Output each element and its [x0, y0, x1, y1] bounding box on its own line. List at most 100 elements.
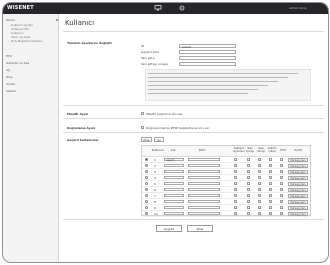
delete-user-button[interactable]: Sil: [154, 137, 164, 142]
row-select-radio[interactable]: [145, 158, 148, 161]
permission-checkbox[interactable]: [269, 176, 272, 179]
permission-checkbox[interactable]: [234, 176, 237, 179]
user-password-field[interactable]: [188, 206, 220, 209]
permission-checkbox[interactable]: [269, 194, 272, 197]
row-select-radio[interactable]: [145, 212, 148, 215]
permission-checkbox[interactable]: [258, 170, 261, 173]
sidebar-group-olay[interactable]: Olay: [6, 76, 13, 79]
permission-checkbox[interactable]: [280, 206, 283, 209]
permission-checkbox[interactable]: [247, 194, 250, 197]
user-password-field[interactable]: [188, 194, 220, 197]
user-password-field[interactable]: [188, 170, 220, 173]
profile-select[interactable]: Varsayılan: [288, 200, 308, 204]
permission-checkbox[interactable]: [234, 206, 237, 209]
permission-checkbox[interactable]: [247, 200, 250, 203]
permission-checkbox[interactable]: [269, 200, 272, 203]
permission-checkbox[interactable]: [280, 170, 283, 173]
guest-access-checkbox[interactable]: [141, 112, 144, 115]
permission-checkbox[interactable]: [247, 212, 250, 215]
permission-checkbox[interactable]: [269, 182, 272, 185]
permission-checkbox[interactable]: [258, 212, 261, 215]
user-name-field[interactable]: [164, 164, 184, 167]
user-password-field[interactable]: [188, 212, 220, 215]
sidebar-group-ag[interactable]: Ağ: [6, 69, 10, 72]
permission-checkbox[interactable]: [280, 188, 283, 191]
permission-checkbox[interactable]: [258, 158, 261, 161]
permission-checkbox[interactable]: [234, 170, 237, 173]
user-password-field[interactable]: [188, 182, 220, 185]
permission-checkbox[interactable]: [258, 194, 261, 197]
permission-checkbox[interactable]: [280, 182, 283, 185]
profile-select[interactable]: Varsayılan: [288, 164, 308, 168]
user-name-field[interactable]: user1: [164, 158, 184, 162]
rtsp-auth-checkbox[interactable]: [141, 126, 144, 129]
permission-checkbox[interactable]: [234, 194, 237, 197]
row-select-radio[interactable]: [145, 200, 148, 203]
user-name-field[interactable]: [164, 182, 184, 185]
row-select-radio[interactable]: [145, 206, 148, 209]
user-password-field[interactable]: [188, 200, 220, 203]
permission-checkbox[interactable]: [258, 200, 261, 203]
profile-select[interactable]: Varsayılan: [288, 176, 308, 180]
confirm-password-field[interactable]: [179, 62, 236, 66]
user-name-field[interactable]: [164, 194, 184, 197]
permission-checkbox[interactable]: [269, 164, 272, 167]
profile-select[interactable]: Varsayılan: [288, 206, 308, 210]
permission-checkbox[interactable]: [280, 158, 283, 161]
permission-checkbox[interactable]: [247, 158, 250, 161]
permission-checkbox[interactable]: [280, 212, 283, 215]
monitor-icon[interactable]: [154, 5, 162, 11]
permission-checkbox[interactable]: [280, 200, 283, 203]
profile-select[interactable]: Varsayılan: [288, 182, 308, 186]
permission-checkbox[interactable]: [258, 176, 261, 179]
sidebar-group-temel[interactable]: Temel: [6, 19, 15, 22]
user-password-field[interactable]: [188, 158, 220, 161]
row-select-radio[interactable]: [145, 188, 148, 191]
row-select-radio[interactable]: [145, 194, 148, 197]
permission-checkbox[interactable]: [280, 194, 283, 197]
permission-checkbox[interactable]: [269, 212, 272, 215]
profile-select[interactable]: Varsayılan: [288, 158, 308, 162]
user-name-field[interactable]: [164, 188, 184, 191]
permission-checkbox[interactable]: [247, 170, 250, 173]
permission-checkbox[interactable]: [234, 158, 237, 161]
user-logout-text[interactable]: admin Çıkış: [289, 6, 306, 10]
row-select-radio[interactable]: [145, 176, 148, 179]
user-password-field[interactable]: [188, 164, 220, 167]
apply-button[interactable]: Uygula: [156, 225, 182, 232]
row-select-radio[interactable]: [145, 164, 148, 167]
sidebar-group-sistem[interactable]: Sistem: [6, 90, 16, 93]
user-name-field[interactable]: [164, 170, 184, 173]
sidebar-item-ip-port[interactable]: IP & Bağlantı Noktası: [11, 40, 43, 43]
profile-select[interactable]: Varsayılan: [288, 194, 308, 198]
user-password-field[interactable]: [188, 176, 220, 179]
sidebar-group-goruntu-ses[interactable]: Görüntü ve Ses: [6, 62, 29, 65]
permission-checkbox[interactable]: [258, 164, 261, 167]
user-name-field[interactable]: [164, 212, 184, 215]
permission-checkbox[interactable]: [247, 206, 250, 209]
permission-checkbox[interactable]: [269, 158, 272, 161]
user-name-field[interactable]: [164, 206, 184, 209]
permission-checkbox[interactable]: [247, 164, 250, 167]
permission-checkbox[interactable]: [269, 170, 272, 173]
permission-checkbox[interactable]: [234, 200, 237, 203]
permission-checkbox[interactable]: [269, 206, 272, 209]
permission-checkbox[interactable]: [234, 182, 237, 185]
profile-select[interactable]: Varsayılan: [288, 212, 308, 216]
permission-checkbox[interactable]: [234, 212, 237, 215]
permission-checkbox[interactable]: [258, 182, 261, 185]
permission-checkbox[interactable]: [280, 164, 283, 167]
sidebar-group-analiz[interactable]: Analiz: [6, 83, 15, 86]
permission-checkbox[interactable]: [247, 188, 250, 191]
sidebar-group-ptz[interactable]: PTZ: [6, 55, 12, 58]
row-select-radio[interactable]: [145, 182, 148, 185]
permission-checkbox[interactable]: [247, 182, 250, 185]
user-password-field[interactable]: [188, 188, 220, 191]
user-name-field[interactable]: [164, 176, 184, 179]
permission-checkbox[interactable]: [234, 164, 237, 167]
gear-icon[interactable]: [178, 5, 186, 11]
user-name-field[interactable]: [164, 200, 184, 203]
permission-checkbox[interactable]: [247, 176, 250, 179]
current-password-field[interactable]: [179, 50, 236, 54]
new-password-field[interactable]: [179, 56, 236, 60]
